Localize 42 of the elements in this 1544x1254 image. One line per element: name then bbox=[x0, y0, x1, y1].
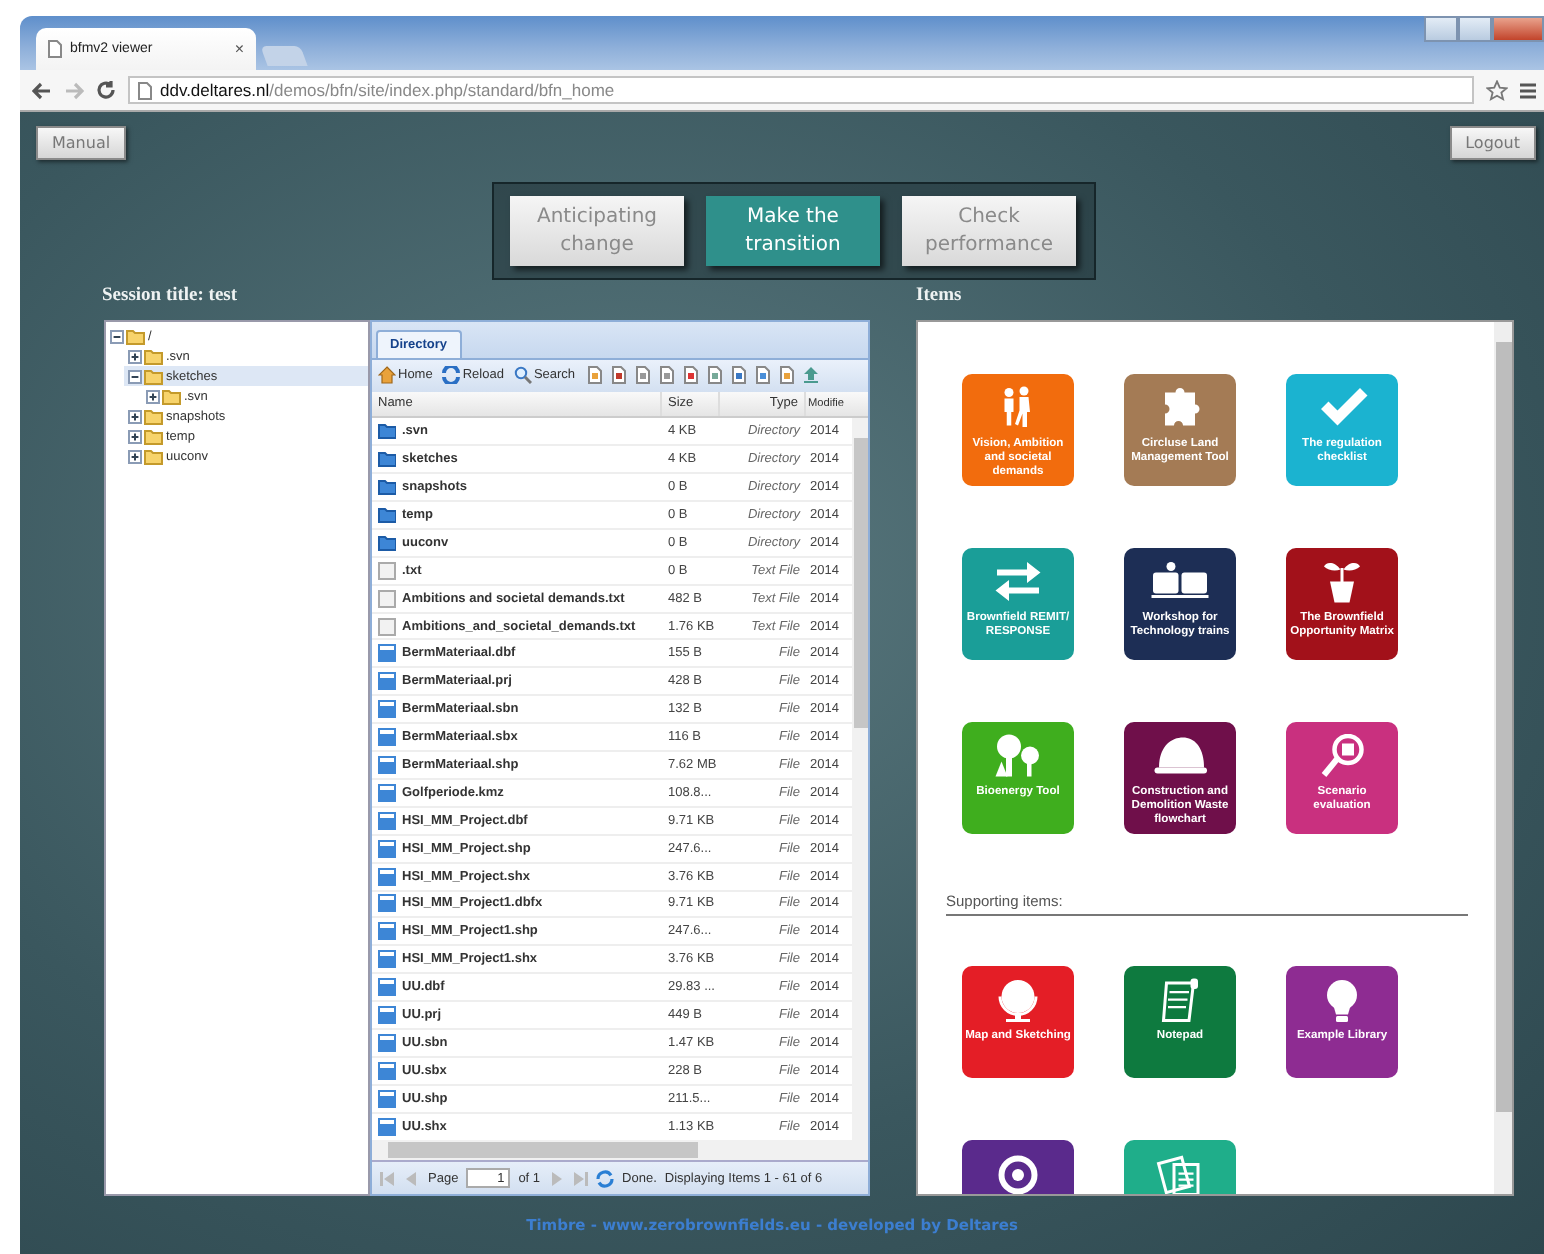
expand-toggle[interactable] bbox=[146, 389, 160, 403]
star-icon[interactable] bbox=[1486, 79, 1508, 101]
stage-button[interactable]: Make the transition bbox=[706, 196, 880, 266]
vertical-scrollbar[interactable] bbox=[852, 418, 868, 1141]
page-icon bbox=[138, 81, 152, 99]
helmet-icon bbox=[1150, 734, 1210, 780]
forward-icon[interactable] bbox=[64, 81, 84, 99]
document-icon[interactable] bbox=[681, 366, 700, 385]
home-icon bbox=[378, 366, 396, 385]
items-title: Items bbox=[916, 286, 962, 310]
expand-toggle[interactable] bbox=[128, 409, 142, 423]
expand-toggle[interactable] bbox=[128, 429, 142, 443]
document-icon[interactable] bbox=[705, 366, 724, 385]
document-icon[interactable] bbox=[657, 366, 676, 385]
menu-icon[interactable] bbox=[1520, 81, 1536, 99]
expand-toggle[interactable] bbox=[128, 449, 142, 463]
maximize-button[interactable] bbox=[1458, 16, 1492, 42]
document-icon[interactable] bbox=[609, 366, 628, 385]
document-icon[interactable] bbox=[729, 366, 748, 385]
page-icon bbox=[48, 40, 62, 58]
search-icon bbox=[513, 366, 532, 385]
close-button[interactable] bbox=[1492, 16, 1544, 42]
expand-toggle[interactable] bbox=[128, 349, 142, 363]
close-tab-button[interactable]: × bbox=[234, 40, 244, 58]
document-icon[interactable] bbox=[777, 366, 796, 385]
document-icon[interactable] bbox=[585, 366, 604, 385]
back-icon[interactable] bbox=[32, 81, 52, 99]
expand-toggle[interactable] bbox=[128, 369, 142, 383]
upload-icon[interactable] bbox=[801, 366, 820, 385]
vertical-scrollbar[interactable] bbox=[1494, 322, 1512, 1194]
reload-icon bbox=[442, 366, 461, 385]
reload-icon[interactable] bbox=[96, 80, 116, 100]
nav-button[interactable]: Logout bbox=[1449, 126, 1536, 160]
refresh-icon[interactable] bbox=[596, 1169, 615, 1188]
address-field[interactable]: ddv.deltares.nl/demos/bfn/site/index.php/standard/bfn_home bbox=[128, 76, 1474, 104]
document-icon[interactable] bbox=[633, 366, 652, 385]
minimize-button[interactable] bbox=[1424, 16, 1458, 42]
horizontal-scrollbar[interactable] bbox=[372, 1140, 868, 1161]
session-title: Session title: test bbox=[102, 286, 240, 310]
expand-toggle[interactable] bbox=[110, 329, 124, 343]
nav-button[interactable]: Manual bbox=[36, 126, 127, 160]
document-icon[interactable] bbox=[753, 366, 772, 385]
